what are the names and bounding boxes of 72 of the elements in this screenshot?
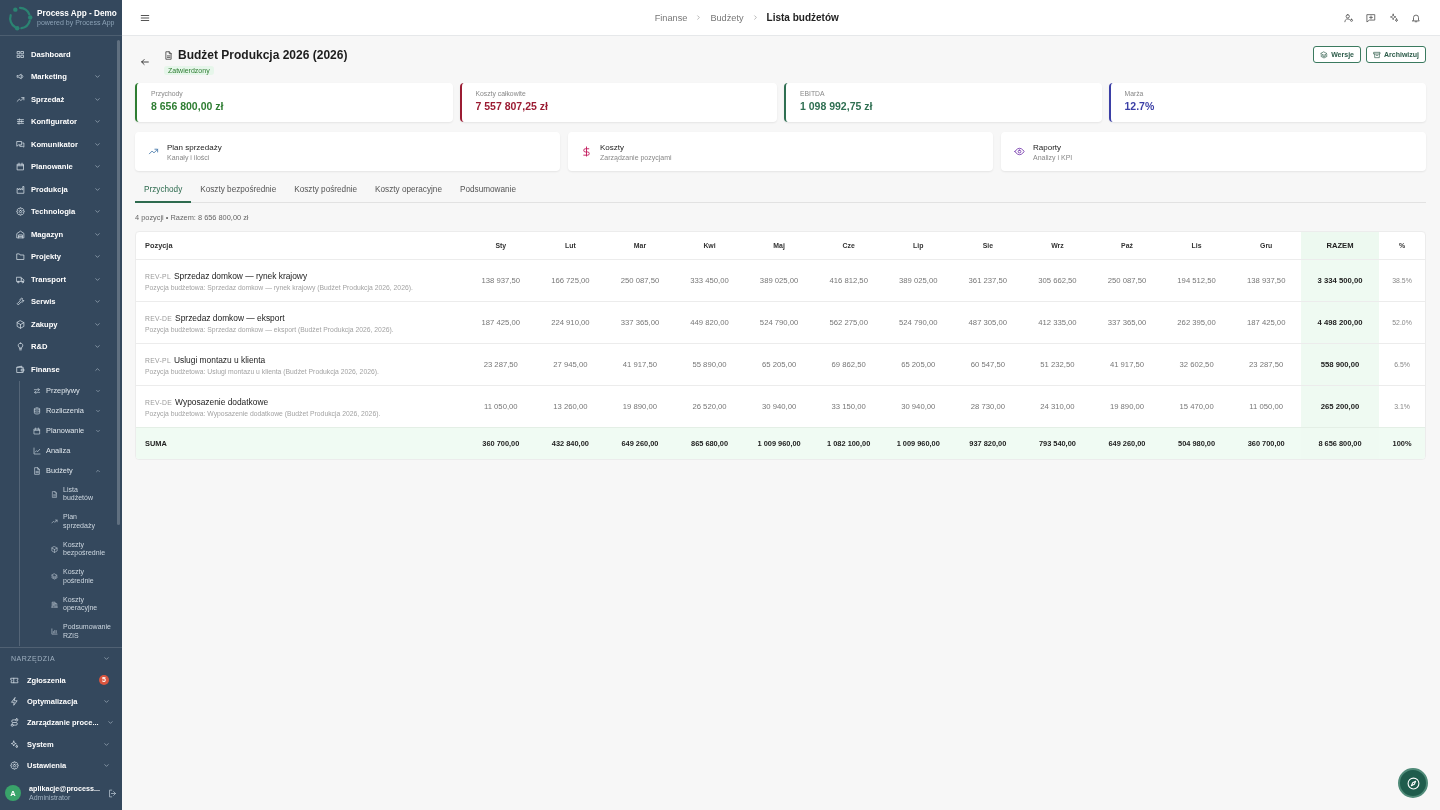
- item-name: Uslugi montazu u klienta: [174, 354, 266, 365]
- route-icon: [10, 718, 19, 728]
- archive-icon: [1373, 50, 1381, 59]
- tab[interactable]: Koszty bezpośrednie: [191, 178, 286, 203]
- trend-up-icon: [148, 146, 159, 157]
- kpi-value: 1 098 992,75 zł: [800, 100, 874, 112]
- kpi-value: 7 557 807,25 zł: [475, 100, 549, 112]
- shortcut-title: Plan sprzedaży: [167, 142, 222, 152]
- trend-up-icon: [16, 94, 25, 104]
- grid-icon: [16, 49, 25, 59]
- sparkles-icon[interactable]: [1388, 12, 1399, 23]
- shortcut-title: Raporty: [1033, 142, 1062, 152]
- app-name: Process App - Demo: [37, 8, 117, 19]
- wrench-icon: [16, 297, 25, 307]
- building-icon: [51, 600, 58, 608]
- chevron-right-icon: [695, 14, 703, 21]
- sparkles-icon: [10, 739, 19, 749]
- back-arrow-icon[interactable]: [140, 56, 150, 67]
- chat-icon: [16, 139, 25, 149]
- shortcut-title: Koszty: [600, 142, 625, 152]
- scrollbar-thumb[interactable]: [117, 40, 120, 525]
- trend-up-icon: [51, 518, 58, 526]
- cube-icon: [51, 545, 58, 553]
- item-name: Sprzedaz domkow — rynek krajowy: [174, 270, 308, 281]
- coins-icon: [33, 406, 41, 415]
- lightning-icon: [10, 696, 19, 706]
- logout-icon[interactable]: [108, 788, 117, 798]
- eye-icon: [1014, 146, 1025, 157]
- tab[interactable]: Podsumowanie: [450, 178, 525, 203]
- dollar-icon: [581, 146, 592, 157]
- sliders-icon: [16, 117, 25, 127]
- lightbulb-icon: [16, 342, 25, 352]
- cube-icon: [16, 319, 25, 329]
- floating-button[interactable]: [1398, 768, 1428, 798]
- megaphone-icon: [16, 72, 25, 82]
- arrows-icon: [33, 386, 41, 395]
- breadcrumb-item[interactable]: Budżety: [710, 12, 744, 23]
- page-title: Budżet Produkcja 2026 (2026): [178, 48, 348, 63]
- kpi-value: 12.7%: [1124, 100, 1156, 112]
- gear-icon: [16, 207, 25, 217]
- chevron-right-icon: [751, 14, 759, 21]
- factory-icon: [16, 184, 25, 194]
- line-chart-icon: [33, 446, 41, 455]
- menu-icon[interactable]: [140, 12, 150, 23]
- ticket-icon: [10, 675, 19, 685]
- layers-icon: [1320, 50, 1329, 59]
- wallet-icon: [16, 364, 25, 374]
- warehouse-icon: [16, 229, 25, 239]
- breadcrumb-item[interactable]: Finanse: [654, 12, 688, 23]
- breadcrumb-item: Lista budżetów: [766, 12, 839, 23]
- user-gear-icon[interactable]: [1343, 12, 1354, 23]
- compass-icon: [1406, 776, 1420, 790]
- logo-icon: [7, 4, 33, 31]
- document-icon: [51, 490, 58, 498]
- calendar-icon: [33, 426, 41, 435]
- message-plus-icon[interactable]: [1366, 12, 1376, 23]
- gear-icon: [10, 760, 19, 770]
- chevron-down-icon: [103, 655, 110, 662]
- calendar-icon: [16, 162, 25, 172]
- truck-icon: [16, 274, 25, 284]
- tab[interactable]: Koszty pośrednie: [285, 178, 367, 203]
- bar-chart-icon: [51, 628, 58, 636]
- bell-icon[interactable]: [1411, 12, 1421, 23]
- layers-icon: [51, 573, 58, 581]
- tab[interactable]: Koszty operacyjne: [366, 178, 451, 203]
- document-icon: [164, 51, 173, 60]
- tab[interactable]: Przychody: [135, 178, 192, 203]
- document-icon: [33, 466, 41, 475]
- kpi-value: 8 656 800,00 zł: [151, 100, 225, 112]
- item-name: Sprzedaz domkow — eksport: [175, 312, 285, 323]
- item-name: Wyposazenie dodatkowe: [175, 396, 269, 407]
- folder-icon: [16, 252, 25, 262]
